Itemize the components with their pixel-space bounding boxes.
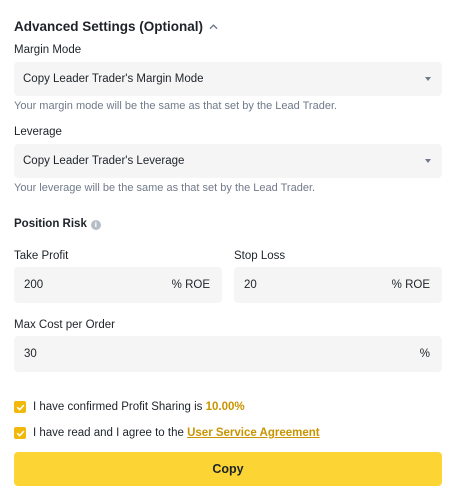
copy-button[interactable]: Copy — [14, 452, 442, 486]
advanced-settings-toggle[interactable]: Advanced Settings (Optional) — [14, 16, 218, 36]
position-risk-heading: Position Risk i — [14, 218, 101, 230]
max-cost-field[interactable]: % — [14, 336, 442, 372]
take-profit-field[interactable]: % ROE — [14, 267, 222, 303]
take-profit-input[interactable] — [24, 279, 166, 291]
agreement-checkbox[interactable] — [14, 427, 26, 439]
leverage-label: Leverage — [14, 126, 62, 138]
checkmark-icon — [16, 404, 24, 410]
profit-sharing-confirm-row: I have confirmed Profit Sharing is 10.00… — [14, 401, 245, 413]
profit-sharing-text: I have confirmed Profit Sharing is 10.00… — [33, 401, 245, 413]
profit-sharing-rate: 10.00% — [205, 401, 245, 413]
user-service-agreement-link[interactable]: User Service Agreement — [187, 427, 320, 439]
take-profit-label: Take Profit — [14, 250, 69, 262]
chevron-up-icon — [209, 23, 218, 29]
stop-loss-input[interactable] — [244, 279, 386, 291]
stop-loss-field[interactable]: % ROE — [234, 267, 442, 303]
margin-mode-label: Margin Mode — [14, 44, 82, 56]
profit-sharing-checkbox[interactable] — [14, 401, 26, 413]
leverage-helper: Your leverage will be the same as that s… — [14, 182, 316, 194]
position-risk-label: Position Risk — [14, 218, 87, 230]
agreement-confirm-row: I have read and I agree to the User Serv… — [14, 427, 320, 439]
margin-mode-helper: Your margin mode will be the same as tha… — [14, 100, 338, 112]
max-cost-input[interactable] — [24, 348, 414, 360]
stop-loss-label: Stop Loss — [234, 250, 286, 262]
caret-down-icon — [425, 159, 431, 163]
caret-down-icon — [425, 77, 431, 81]
max-cost-unit: % — [419, 348, 430, 360]
leverage-select[interactable]: Copy Leader Trader's Leverage — [14, 144, 442, 178]
leverage-value: Copy Leader Trader's Leverage — [23, 155, 185, 167]
max-cost-label: Max Cost per Order — [14, 319, 115, 331]
take-profit-unit: % ROE — [171, 279, 210, 291]
agreement-text: I have read and I agree to the User Serv… — [33, 427, 320, 439]
stop-loss-unit: % ROE — [391, 279, 430, 291]
checkmark-icon — [16, 430, 24, 436]
margin-mode-value: Copy Leader Trader's Margin Mode — [23, 73, 204, 85]
margin-mode-select[interactable]: Copy Leader Trader's Margin Mode — [14, 62, 442, 96]
info-icon[interactable]: i — [90, 220, 101, 230]
advanced-settings-title: Advanced Settings (Optional) — [14, 18, 204, 34]
